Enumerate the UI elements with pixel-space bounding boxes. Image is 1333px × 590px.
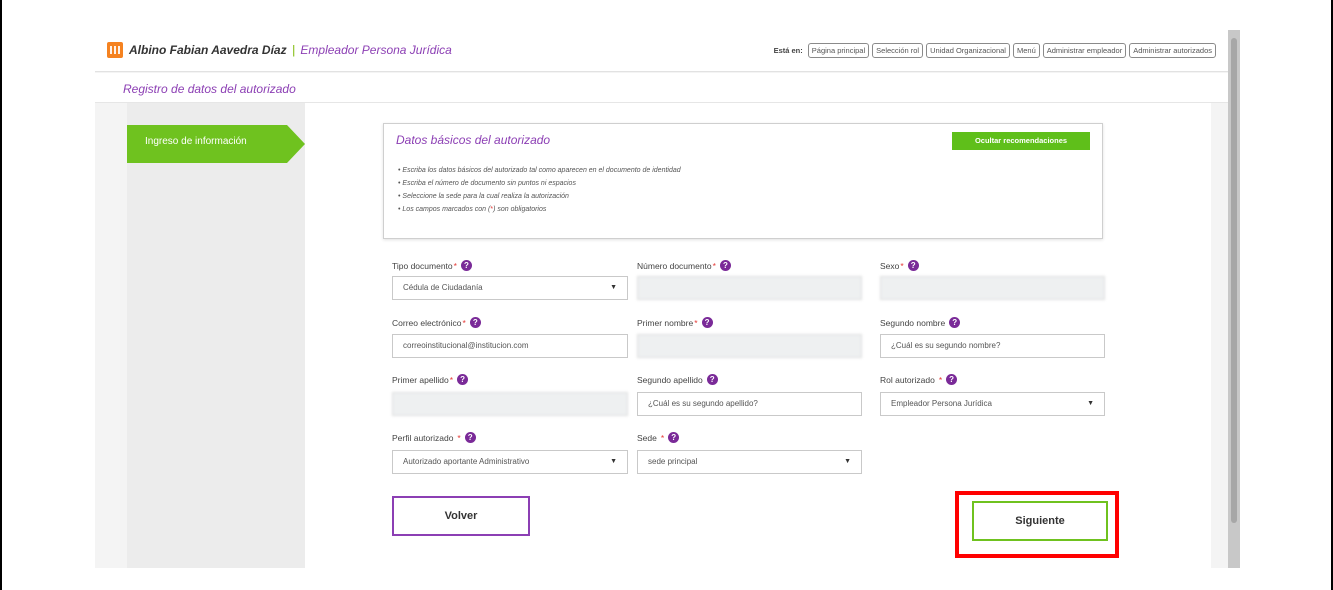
perfil-autorizado-label: Perfil autorizado *? — [392, 432, 476, 443]
correo-label: Correo electrónico *? — [392, 317, 481, 328]
breadcrumb-pagina-principal[interactable]: Página principal — [807, 43, 870, 58]
sede-label: Sede *? — [637, 432, 680, 443]
help-circle-icon[interactable]: ? — [668, 432, 680, 443]
sede-select[interactable]: sede principal — [637, 450, 862, 474]
label-text: Perfil autorizado — [392, 432, 454, 443]
breadcrumb-unidad-organizacional[interactable]: Unidad Organizacional — [926, 43, 1010, 58]
required-star: * — [938, 374, 943, 385]
list-item: Escriba el número de documento sin punto… — [398, 177, 681, 190]
left-border — [0, 0, 2, 590]
app-window: Albino Fabian Aavedra Díaz | Empleador P… — [95, 30, 1230, 568]
segundo-apellido-input[interactable]: ¿Cuál es su segundo apellido? — [637, 392, 862, 416]
required-star: * — [900, 260, 904, 271]
hide-recommendations-button[interactable]: Ocultar recomendaciones — [952, 132, 1090, 150]
label-text: Primer nombre — [637, 317, 694, 328]
breadcrumb-label: Está en: — [773, 46, 803, 55]
page-title: Registro de datos del autorizado — [123, 82, 296, 96]
help-circle-icon[interactable]: ? — [706, 374, 718, 385]
screenshot-frame: Albino Fabian Aavedra Díaz | Empleador P… — [0, 0, 1333, 590]
list-item: Los campos marcados con (*) son obligato… — [398, 203, 681, 216]
user-identity: Albino Fabian Aavedra Díaz | Empleador P… — [129, 43, 452, 57]
help-circle-icon[interactable]: ? — [946, 374, 958, 385]
required-star: * — [449, 374, 454, 385]
recommendations-list: Escriba los datos básicos del autorizado… — [398, 164, 681, 216]
help-circle-icon[interactable]: ? — [949, 317, 961, 328]
scrollbar-thumb[interactable] — [1231, 38, 1237, 523]
label-text: Número documento — [637, 260, 712, 271]
breadcrumb: Está en: Página principal Selección rol … — [774, 43, 1216, 58]
help-circle-icon[interactable]: ? — [701, 317, 713, 328]
sexo-select[interactable] — [880, 276, 1105, 300]
required-star: * — [453, 260, 457, 271]
numero-documento-label: Número documento *? — [637, 260, 731, 271]
step-ingreso-informacion[interactable]: Ingreso de información — [127, 125, 305, 163]
role-name: Empleador Persona Jurídica — [300, 43, 452, 57]
label-text: Correo electrónico — [392, 317, 462, 328]
building-logo-icon — [107, 42, 123, 58]
required-note-before: Los campos marcados con ( — [402, 206, 491, 213]
help-circle-icon[interactable]: ? — [907, 260, 919, 271]
required-star: * — [712, 260, 716, 271]
label-text: Tipo documento — [392, 260, 453, 271]
primer-nombre-label: Primer nombre *? — [637, 317, 713, 328]
help-circle-icon[interactable]: ? — [457, 374, 469, 385]
user-name: Albino Fabian Aavedra Díaz — [129, 43, 287, 57]
breadcrumb-administrar-empleador[interactable]: Administrar empleador — [1042, 43, 1127, 58]
primer-apellido-label: Primer apellido *? — [392, 374, 469, 385]
header-separator: | — [291, 43, 296, 57]
breadcrumb-seleccion-rol[interactable]: Selección rol — [872, 43, 924, 58]
correo-input[interactable]: correoinstitucional@institucion.com — [392, 334, 628, 358]
tipo-documento-label: Tipo documento *? — [392, 260, 472, 271]
required-star: * — [694, 317, 698, 328]
tipo-documento-select[interactable]: Cédula de Ciudadanía — [392, 276, 628, 300]
required-star: * — [457, 432, 461, 443]
segundo-apellido-label: Segundo apellido? — [637, 374, 718, 385]
form-panel: Datos básicos del autorizado Ocultar rec… — [305, 103, 1211, 568]
list-item: Escriba los datos básicos del autorizado… — [398, 164, 680, 177]
rol-autorizado-select[interactable]: Empleador Persona Jurídica — [880, 392, 1105, 416]
numero-documento-input[interactable] — [637, 276, 862, 300]
label-text: Rol autorizado — [880, 374, 935, 385]
page-title-bar: Registro de datos del autorizado — [95, 73, 1230, 103]
segundo-nombre-label: Segundo nombre? — [880, 317, 961, 328]
required-note-after: ) son obligatorios — [493, 206, 547, 213]
perfil-autorizado-select[interactable]: Autorizado aportante Administrativo — [392, 450, 628, 474]
list-item: Seleccione la sede para la cual realiza … — [398, 190, 681, 203]
help-circle-icon[interactable]: ? — [464, 432, 476, 443]
siguiente-button[interactable]: Siguiente — [972, 501, 1108, 541]
label-text: Sexo — [880, 260, 900, 271]
primer-apellido-input[interactable] — [392, 392, 628, 416]
help-circle-icon[interactable]: ? — [460, 260, 472, 271]
label-text: Sede — [637, 432, 657, 443]
breadcrumb-administrar-autorizados[interactable]: Administrar autorizados — [1129, 43, 1216, 58]
primer-nombre-input[interactable] — [637, 334, 862, 358]
required-star: * — [462, 317, 466, 328]
label-text: Segundo apellido — [637, 374, 703, 385]
volver-button[interactable]: Volver — [392, 496, 530, 536]
help-circle-icon[interactable]: ? — [469, 317, 481, 328]
help-circle-icon[interactable]: ? — [719, 260, 731, 271]
recommendations-title: Datos básicos del autorizado — [396, 133, 551, 147]
label-text: Segundo nombre — [880, 317, 946, 328]
recommendations-box: Datos básicos del autorizado Ocultar rec… — [383, 123, 1103, 239]
rol-autorizado-label: Rol autorizado *? — [880, 374, 958, 385]
required-star: * — [660, 432, 665, 443]
steps-sidebar: Ingreso de información — [127, 103, 305, 568]
breadcrumb-menu[interactable]: Menú — [1012, 43, 1040, 58]
label-text: Primer apellido — [392, 374, 449, 385]
top-header: Albino Fabian Aavedra Díaz | Empleador P… — [95, 30, 1230, 72]
sexo-label: Sexo *? — [880, 260, 919, 271]
segundo-nombre-input[interactable]: ¿Cuál es su segundo nombre? — [880, 334, 1105, 358]
